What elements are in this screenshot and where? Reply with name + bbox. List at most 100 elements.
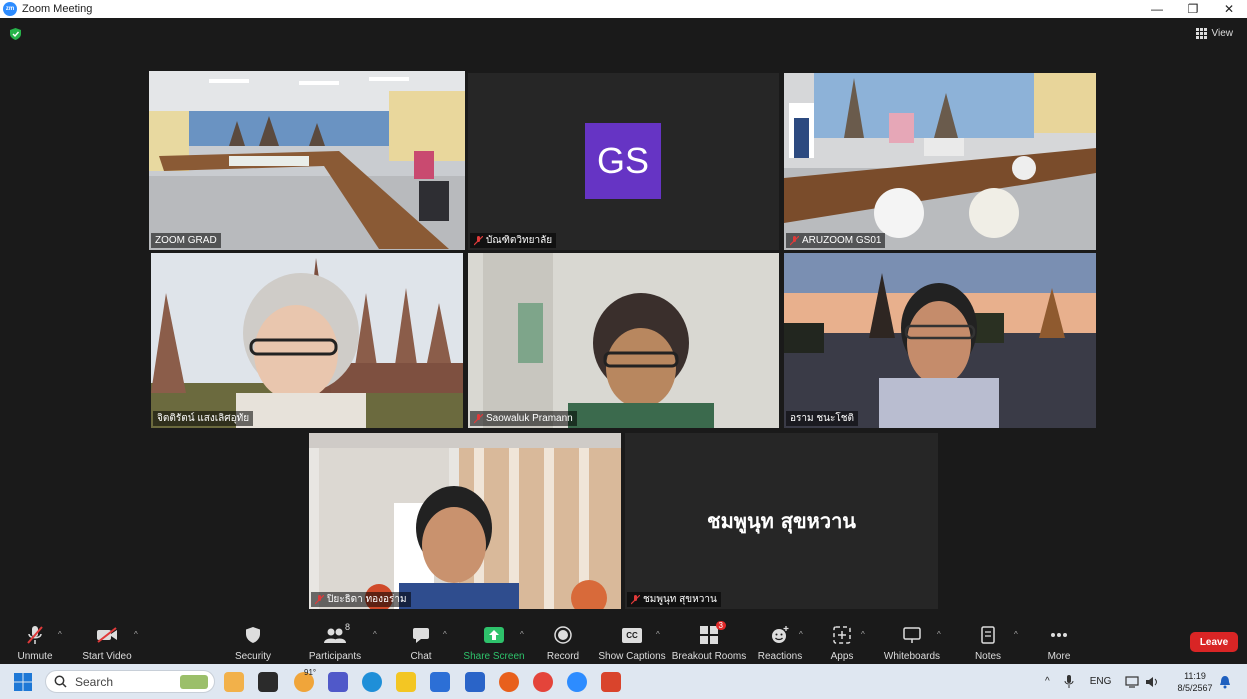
microsoft-store-icon[interactable] [430,672,450,692]
muted-mic-icon [474,413,483,423]
restore-button[interactable]: ❐ [1175,0,1211,18]
clock-date: 8/5/2567 [1177,683,1213,693]
participant-name: อราม ชนะโชติ [786,411,859,426]
video-options-caret[interactable]: ^ [134,630,138,639]
view-grid-icon [1195,28,1207,39]
show-captions-button[interactable]: CC Show Captions [598,618,666,664]
record-button[interactable]: Record [546,618,580,664]
video-tile-participant-4[interactable]: จิตติรัตน์ แสงเลิศอุทัย [151,253,463,428]
notes-button[interactable]: Notes [972,618,1004,664]
share-screen-button[interactable]: Share Screen [463,618,525,664]
muted-mic-icon [315,594,324,604]
edge-browser-icon[interactable] [362,672,382,692]
tray-overflow-icon[interactable]: ^ [1045,676,1050,687]
whiteboards-button[interactable]: Whiteboards [882,618,942,664]
chrome-icon[interactable] [533,672,553,692]
muted-mic-icon [474,235,483,245]
windows-taskbar: Search 91° ^ ENG 11:19 8/5/2567 [0,664,1247,699]
video-tile-graduate-school[interactable]: GS บัณฑิตวิทยาลัย [468,73,779,250]
video-off-icon [97,627,117,643]
meeting-toolbar: Unmute ^ Start Video ^ Security 8 Partic… [0,618,1247,664]
mail-icon[interactable] [465,672,485,692]
participant-name: ZOOM GRAD [151,233,221,248]
apps-button[interactable]: Apps [827,618,857,664]
zoom-meeting-window: zm Zoom Meeting — ❐ ✕ View ZOOM GRAD GS … [0,0,1247,699]
language-indicator[interactable]: ENG [1090,676,1112,687]
zoom-taskbar-icon[interactable] [567,672,587,692]
captions-options-caret[interactable]: ^ [656,630,660,639]
participants-button[interactable]: 8 Participants [308,618,362,664]
breakout-badge: 3 [715,621,726,630]
participant-avatar: GS [585,123,661,199]
view-label: View [1211,28,1234,39]
windows-start-icon[interactable] [14,673,32,691]
office-app-icon[interactable] [601,672,621,692]
apps-options-caret[interactable]: ^ [861,630,865,639]
video-tile-aruzoom-gs01[interactable]: ARUZOOM GS01 [784,73,1096,250]
video-tile-saowaluk-pramann[interactable]: Saowaluk Pramann [468,253,779,428]
smiley-icon [772,626,789,643]
minimize-button[interactable]: — [1139,0,1175,18]
chat-icon [413,628,429,643]
video-tile-participant-6[interactable]: อราม ชนะโชติ [784,253,1096,428]
taskbar-clock[interactable]: 11:19 8/5/2567 [1175,670,1215,694]
chat-options-caret[interactable]: ^ [443,630,447,639]
share-screen-icon [484,627,504,643]
zoom-logo-icon: zm [3,2,17,16]
view-button[interactable]: View [1195,28,1234,39]
reactions-button[interactable]: Reactions [758,618,802,664]
encryption-shield-icon[interactable] [10,28,21,40]
teams-icon[interactable] [328,672,348,692]
record-icon [554,626,572,644]
file-explorer-icon[interactable] [396,672,416,692]
shield-icon [246,627,260,643]
captions-icon: CC [622,627,642,643]
security-button[interactable]: Security [233,618,273,664]
search-icon [54,675,67,688]
leave-button[interactable]: Leave [1190,632,1238,652]
microphone-icon[interactable] [1064,674,1074,689]
whiteboards-options-caret[interactable]: ^ [937,630,941,639]
title-bar: zm Zoom Meeting — ❐ ✕ [0,0,1247,18]
volume-icon[interactable] [1145,676,1159,688]
muted-mic-icon [27,626,43,644]
window-title: Zoom Meeting [22,3,93,15]
video-tile-participant-8[interactable]: ชมพูนุท สุขหวาน ชมพูนุท สุขหวาน [625,433,938,609]
breakout-rooms-button[interactable]: 3 Breakout Rooms [672,618,746,664]
unmute-button[interactable]: Unmute [14,618,56,664]
close-button[interactable]: ✕ [1211,0,1247,18]
share-options-caret[interactable]: ^ [520,630,524,639]
video-tile-participant-7[interactable]: ปิยะธิดา ทองอร่าม [309,433,621,609]
participants-options-caret[interactable]: ^ [373,630,377,639]
firefox-icon[interactable] [499,672,519,692]
reactions-options-caret[interactable]: ^ [799,630,803,639]
temple-background-video [151,253,463,428]
whiteboard-icon [903,627,921,643]
task-view-icon[interactable] [258,672,278,692]
office-background-video [468,253,779,428]
taskbar-search[interactable]: Search [45,670,215,693]
participant-name: บัณฑิตวิทยาลัย [470,233,557,248]
search-highlight-icon [180,674,208,689]
notification-bell-icon[interactable] [1219,675,1231,689]
widgets-icon[interactable] [224,672,244,692]
network-icon[interactable] [1125,675,1139,688]
start-video-button[interactable]: Start Video [82,618,132,664]
participant-name: ARUZOOM GS01 [786,233,886,248]
system-tray: ^ ENG [1045,664,1159,699]
apps-icon [833,626,851,644]
office-curtain-video [309,433,621,609]
notes-icon [981,626,995,644]
meeting-room-video [149,71,465,250]
more-button[interactable]: More [1045,618,1073,664]
notes-options-caret[interactable]: ^ [1014,630,1018,639]
video-tile-zoom-grad[interactable]: ZOOM GRAD [149,71,465,250]
chat-button[interactable]: Chat [405,618,437,664]
weather-temperature: 91° [304,668,317,677]
audio-options-caret[interactable]: ^ [58,630,62,639]
conference-table-video [784,73,1096,250]
participant-display-name: ชมพูนุท สุขหวาน [707,509,856,533]
muted-mic-icon [631,594,640,604]
participant-name: ปิยะธิดา ทองอร่าม [311,592,411,607]
ellipsis-icon [1051,633,1067,637]
